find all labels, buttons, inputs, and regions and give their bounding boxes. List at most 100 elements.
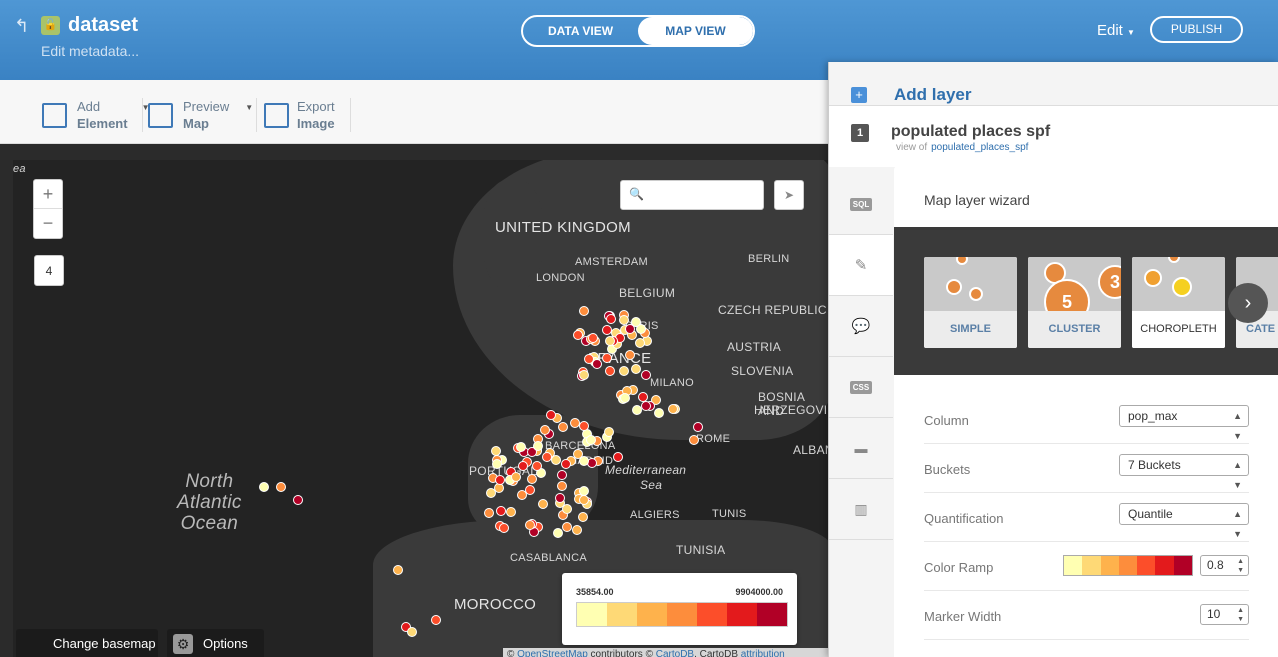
map-point[interactable] bbox=[578, 455, 589, 466]
map-point[interactable] bbox=[612, 452, 623, 463]
map-point[interactable] bbox=[553, 528, 563, 538]
add-element-line1: Add bbox=[77, 99, 101, 114]
map-point[interactable] bbox=[276, 482, 286, 492]
map-point[interactable] bbox=[491, 458, 502, 469]
wizard-card-simple[interactable]: SIMPLE bbox=[924, 257, 1017, 348]
cartodb-link[interactable]: CartoDB bbox=[656, 649, 694, 657]
map-point[interactable] bbox=[619, 393, 630, 404]
publish-button[interactable]: PUBLISH bbox=[1150, 16, 1243, 43]
select-value: Quantile bbox=[1128, 507, 1173, 521]
map-point[interactable] bbox=[588, 332, 599, 343]
map-point[interactable] bbox=[526, 473, 537, 484]
map-point[interactable] bbox=[541, 451, 552, 462]
map-point[interactable] bbox=[510, 471, 521, 482]
options-button[interactable]: ⚙ Options bbox=[167, 629, 264, 657]
simple-preview-image bbox=[924, 257, 1017, 311]
ramp-swatch bbox=[607, 603, 637, 626]
zoom-in-button[interactable]: + bbox=[34, 180, 62, 209]
map-point[interactable] bbox=[604, 366, 615, 377]
export-image-button[interactable]: Export Image bbox=[264, 98, 335, 132]
ocean-line: Atlantic bbox=[177, 492, 242, 513]
map-point[interactable] bbox=[562, 503, 573, 514]
map-point[interactable] bbox=[640, 400, 651, 411]
zoom-out-button[interactable]: − bbox=[34, 209, 62, 238]
zoom-control: + − bbox=[33, 179, 63, 239]
edit-menu[interactable]: Edit ▼ bbox=[1097, 22, 1135, 39]
lock-icon[interactable]: 🔓 bbox=[41, 16, 60, 35]
map-point[interactable] bbox=[693, 422, 703, 432]
map-point[interactable] bbox=[578, 369, 589, 380]
tab-filters[interactable]: ▥ bbox=[829, 479, 893, 540]
map-point[interactable] bbox=[579, 494, 590, 505]
map-canvas[interactable]: ea + − 4 🔍 ➤ UNITED KINGDOM AMSTERDAM BE… bbox=[13, 160, 828, 657]
view-of-link[interactable]: populated_places_spf bbox=[931, 142, 1028, 153]
map-point[interactable] bbox=[618, 314, 629, 325]
column-select[interactable]: pop_max ▲ ▼ bbox=[1119, 405, 1249, 441]
map-point[interactable] bbox=[578, 420, 589, 431]
dataset-title[interactable]: dataset bbox=[68, 14, 138, 37]
map-point[interactable] bbox=[516, 490, 527, 501]
send-icon[interactable]: ➤ bbox=[774, 180, 804, 210]
tab-wizard[interactable]: ✎ bbox=[829, 235, 893, 296]
add-layer-button[interactable]: + Add layer bbox=[829, 62, 1278, 104]
chevron-right-icon[interactable]: › bbox=[1228, 283, 1268, 323]
color-ramp-picker[interactable] bbox=[1063, 555, 1193, 576]
map-view-tab[interactable]: MAP VIEW bbox=[638, 17, 753, 45]
ocean-line: North bbox=[185, 471, 234, 492]
change-basemap-label: Change basemap bbox=[53, 636, 156, 651]
map-point[interactable] bbox=[571, 525, 582, 536]
wizard-card-cluster[interactable]: 5 3 CLUSTER bbox=[1028, 257, 1121, 348]
map-search-input[interactable]: 🔍 bbox=[620, 180, 764, 210]
back-arrow-icon[interactable]: ↰ bbox=[14, 16, 29, 37]
map-point[interactable] bbox=[577, 512, 588, 523]
chevron-down-icon[interactable]: ▼ bbox=[245, 99, 253, 116]
map-point[interactable] bbox=[532, 460, 543, 471]
map-point[interactable] bbox=[640, 369, 651, 380]
attribution-link[interactable]: attribution bbox=[741, 649, 785, 657]
options-label: Options bbox=[203, 636, 248, 651]
map-point[interactable] bbox=[601, 352, 612, 363]
map-point[interactable] bbox=[557, 422, 568, 433]
opacity-stepper[interactable]: 0.8 ▲ ▼ bbox=[1200, 555, 1249, 576]
map-point[interactable] bbox=[393, 565, 403, 575]
marker-width-stepper[interactable]: 10 ▲ ▼ bbox=[1200, 604, 1249, 625]
map-point[interactable] bbox=[293, 495, 303, 505]
add-element-button[interactable]: Add Element ▼ bbox=[42, 98, 150, 132]
buckets-select[interactable]: 7 Buckets ▲ ▼ bbox=[1119, 454, 1249, 490]
map-point[interactable] bbox=[431, 615, 441, 625]
map-point[interactable] bbox=[689, 435, 699, 445]
map-point[interactable] bbox=[560, 458, 571, 469]
map-point[interactable] bbox=[259, 482, 269, 492]
map-point[interactable] bbox=[517, 460, 528, 471]
tab-legend[interactable]: ▬ bbox=[829, 418, 893, 479]
map-point[interactable] bbox=[634, 337, 645, 348]
map-point[interactable] bbox=[604, 335, 615, 346]
map-point[interactable] bbox=[506, 506, 517, 517]
layer-name[interactable]: populated places spf bbox=[891, 123, 1050, 141]
field-buckets: Buckets 7 Buckets ▲ ▼ bbox=[924, 444, 1249, 493]
map-point[interactable] bbox=[495, 505, 506, 516]
map-point[interactable] bbox=[483, 508, 494, 519]
map-point[interactable] bbox=[668, 404, 678, 414]
map-point[interactable] bbox=[601, 324, 612, 335]
cluster-count: 3 bbox=[1098, 265, 1121, 299]
tab-infowindow[interactable]: 💬 bbox=[829, 296, 893, 357]
css-icon: CSS bbox=[849, 380, 873, 394]
edit-metadata-link[interactable]: Edit metadata... bbox=[41, 43, 139, 59]
map-point[interactable] bbox=[407, 627, 417, 637]
map-point[interactable] bbox=[585, 434, 596, 445]
map-point[interactable] bbox=[550, 455, 561, 466]
tab-sql[interactable]: SQL bbox=[829, 174, 893, 235]
map-point[interactable] bbox=[605, 313, 616, 324]
map-point[interactable] bbox=[604, 427, 615, 438]
tab-css[interactable]: CSS bbox=[829, 357, 893, 418]
data-view-tab[interactable]: DATA VIEW bbox=[523, 17, 638, 45]
preview-map-button[interactable]: Preview Map ▼ bbox=[148, 98, 253, 132]
change-basemap-button[interactable]: Change basemap bbox=[16, 629, 158, 657]
map-point[interactable] bbox=[498, 522, 509, 533]
map-point[interactable] bbox=[631, 316, 642, 327]
osm-link[interactable]: OpenStreetMap bbox=[517, 649, 588, 657]
quantification-select[interactable]: Quantile ▲ ▼ bbox=[1119, 503, 1249, 539]
wizard-card-choropleth[interactable]: CHOROPLETH bbox=[1132, 257, 1225, 348]
divider bbox=[256, 98, 257, 132]
